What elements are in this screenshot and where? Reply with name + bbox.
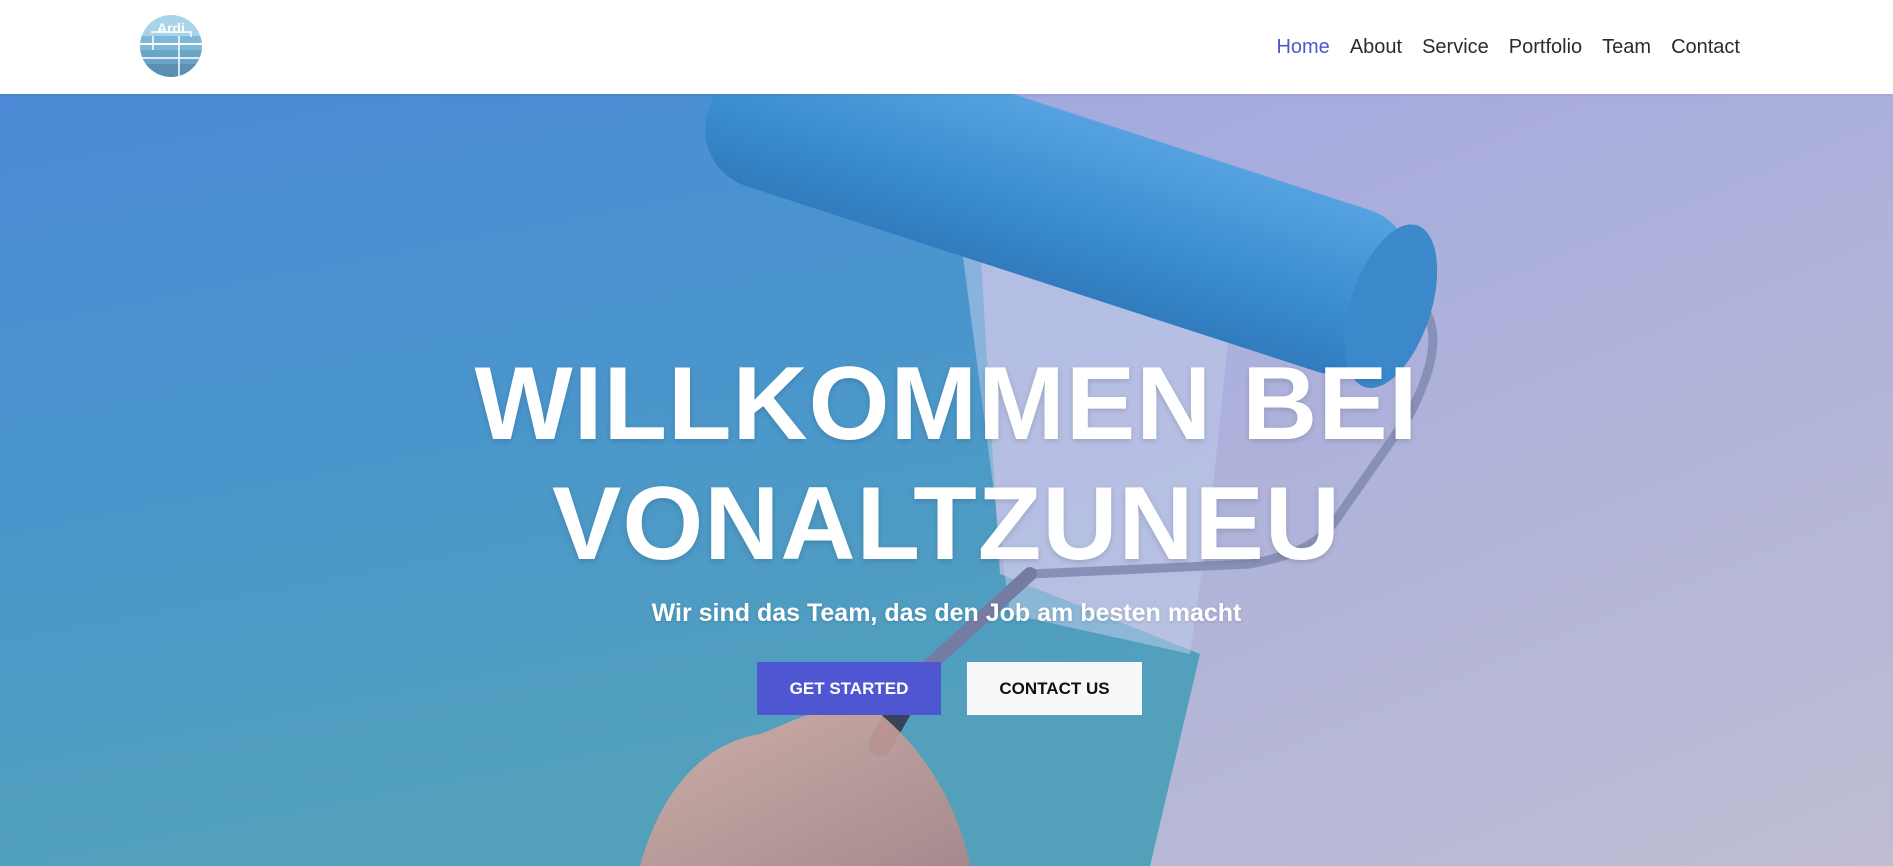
hero-title-line2: VONALTZUNEU bbox=[551, 466, 1342, 582]
logo-graphic: Ardi bbox=[140, 15, 202, 77]
get-started-button[interactable]: GET STARTED bbox=[757, 662, 941, 715]
hero-title-line1: WILLKOMMEN BEI bbox=[474, 346, 1419, 462]
hero-content: WILLKOMMEN BEI VONALTZUNEU Wir sind das … bbox=[0, 94, 1893, 866]
nav-service[interactable]: Service bbox=[1412, 36, 1499, 59]
contact-us-button[interactable]: CONTACT US bbox=[967, 662, 1142, 715]
ardi-logo-icon[interactable]: Ardi bbox=[139, 14, 203, 78]
main-nav: Home About Service Portfolio Team Contac… bbox=[1266, 0, 1750, 94]
hero-subtitle: Wir sind das Team, das den Job am besten… bbox=[651, 599, 1242, 627]
nav-contact[interactable]: Contact bbox=[1661, 36, 1750, 59]
hero-title: WILLKOMMEN BEI VONALTZUNEU bbox=[0, 344, 1893, 584]
logo-text: Ardi bbox=[157, 20, 185, 36]
nav-team[interactable]: Team bbox=[1592, 36, 1661, 59]
nav-home[interactable]: Home bbox=[1266, 36, 1339, 59]
hero-section: WILLKOMMEN BEI VONALTZUNEU Wir sind das … bbox=[0, 94, 1893, 866]
site-header: Ardi Home About Service Portfolio Team C… bbox=[0, 0, 1893, 94]
nav-about[interactable]: About bbox=[1340, 36, 1412, 59]
nav-portfolio[interactable]: Portfolio bbox=[1499, 36, 1592, 59]
